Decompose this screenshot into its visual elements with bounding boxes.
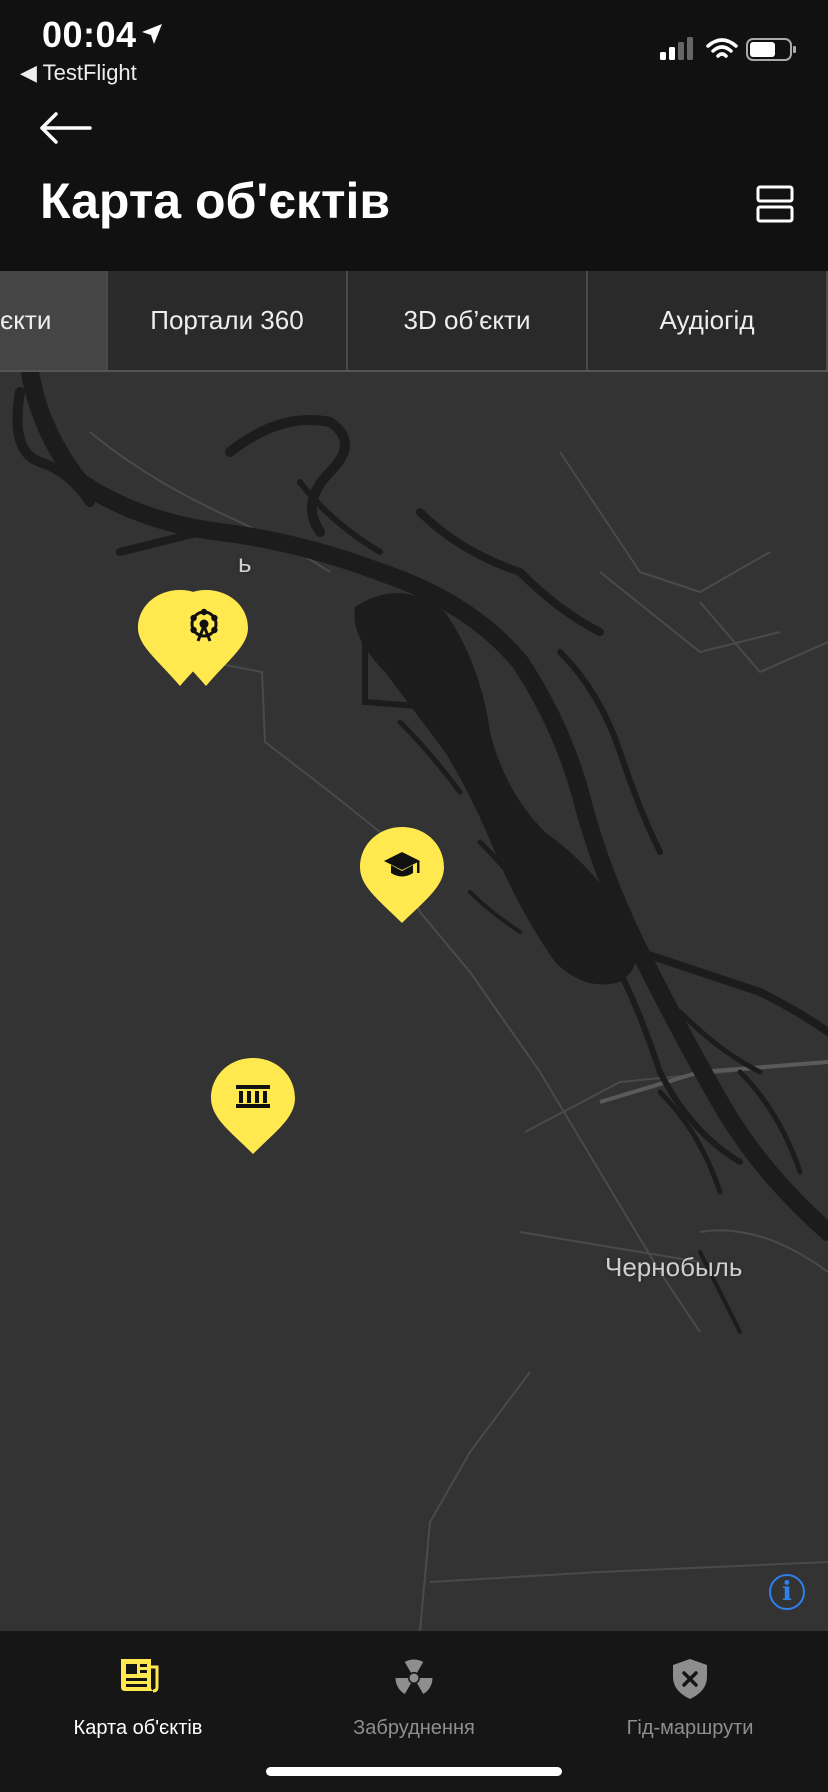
nav-label: Карта об'єктів	[73, 1717, 203, 1739]
status-bar: 00:04 ◀ TestFlight	[0, 0, 828, 92]
tab-label: Аудіогід	[659, 305, 755, 335]
map-marker-museum[interactable]	[209, 1056, 297, 1156]
nav-label: Забруднення	[353, 1717, 475, 1739]
map-background	[12, 372, 828, 1631]
map-marker-ferris-wheel[interactable]	[136, 586, 252, 692]
map-marker-school[interactable]	[358, 825, 446, 925]
nav-item-objects-map[interactable]: Карта об'єктів	[0, 1631, 276, 1751]
tab-label: 3D об’єкти	[403, 305, 531, 335]
info-icon[interactable]: i	[769, 1574, 805, 1610]
status-indicators	[660, 37, 796, 61]
signal-icon	[660, 37, 693, 60]
tab-audioguide[interactable]: Аудіогід	[588, 271, 828, 370]
radiation-icon	[395, 1659, 433, 1695]
nav-item-guide-routes[interactable]: Гід-маршрути	[552, 1631, 828, 1751]
newspaper-icon	[121, 1659, 159, 1693]
category-tabs: єкти Портали 360 3D об’єкти Аудіогід	[0, 271, 828, 372]
wifi-icon	[706, 38, 738, 58]
tab-label: єкти	[0, 305, 52, 335]
back-arrow-icon[interactable]	[38, 108, 92, 148]
nav-label: Гід-маршрути	[626, 1717, 754, 1739]
city-label-chernobyl: Чернобыль	[605, 1252, 743, 1282]
back-to-testflight-link[interactable]: ◀ TestFlight	[20, 60, 137, 86]
tab-portals-360[interactable]: Портали 360	[108, 271, 348, 370]
page-header: Карта об'єктів	[0, 92, 828, 272]
home-indicator[interactable]	[266, 1767, 562, 1776]
list-view-toggle-icon[interactable]	[756, 184, 794, 224]
shield-x-icon	[673, 1659, 707, 1699]
map-view[interactable]: Чернобыль ь	[0, 372, 828, 1631]
tab-objects[interactable]: єкти	[0, 271, 108, 370]
nav-item-pollution[interactable]: Забруднення	[276, 1631, 552, 1751]
battery-icon	[746, 38, 796, 61]
tab-3d-objects[interactable]: 3D об’єкти	[348, 271, 588, 370]
bottom-navigation: Карта об'єктів Забруднення Гід-маршрути	[0, 1631, 828, 1792]
tab-label: Портали 360	[150, 305, 304, 335]
city-label-partial: ь	[238, 548, 252, 578]
page-title: Карта об'єктів	[40, 173, 391, 229]
location-arrow-icon	[142, 24, 162, 44]
status-time: 00:04	[42, 14, 137, 55]
